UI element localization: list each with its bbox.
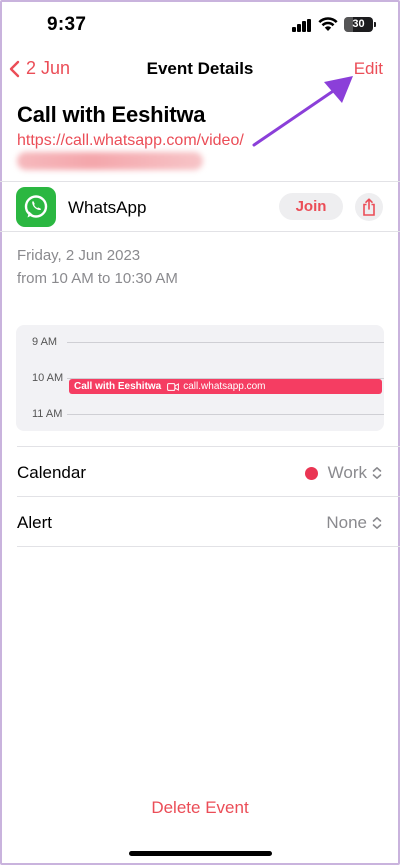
calendar-color-dot: [304, 466, 318, 480]
timeline-hour-label: 10 AM: [32, 372, 64, 384]
timeline-hour-label: 9 AM: [32, 336, 58, 348]
join-button[interactable]: Join: [279, 193, 343, 220]
annotation-arrow-icon: [252, 76, 353, 147]
event-url-link[interactable]: https://call.whatsapp.com/video/: [17, 132, 244, 150]
battery-level: 30: [352, 18, 365, 30]
whatsapp-app-icon: [16, 187, 56, 227]
battery-tip: [374, 22, 376, 27]
divider: [17, 496, 400, 497]
divider: [0, 231, 400, 232]
timeline-event-location: call.whatsapp.com: [183, 381, 266, 392]
event-time-range: from 10 AM to 10:30 AM: [17, 270, 178, 287]
event-title: Call with Eeshitwa: [17, 102, 206, 127]
status-bar: 9:37 30: [0, 0, 400, 50]
timeline-hour-label: 11 AM: [32, 408, 63, 420]
alert-value: None: [326, 513, 367, 532]
day-timeline: 9 AM 10 AM 11 AM Call with Eeshitwa call…: [16, 325, 384, 431]
redacted-url-text: [17, 152, 203, 170]
share-button[interactable]: [355, 193, 383, 221]
timeline-event-block[interactable]: Call with Eeshitwa call.whatsapp.com: [69, 379, 382, 394]
alert-selector[interactable]: None: [326, 513, 383, 533]
delete-event-button[interactable]: Delete Event: [0, 798, 400, 818]
battery-icon: 30: [344, 17, 373, 32]
timeline-hour-line: [67, 414, 384, 415]
calendar-value: Work: [327, 463, 367, 482]
cellular-signal-icon: [292, 19, 312, 32]
divider: [17, 546, 400, 547]
home-indicator[interactable]: [129, 851, 272, 856]
video-camera-icon: [167, 382, 180, 391]
wifi-icon: [318, 17, 338, 31]
app-name: WhatsApp: [68, 198, 147, 217]
chevron-up-down-icon: [372, 517, 382, 529]
timeline-event-title: Call with Eeshitwa: [74, 381, 162, 392]
divider: [17, 446, 400, 447]
alert-label: Alert: [17, 513, 52, 532]
chevron-up-down-icon: [372, 467, 382, 479]
event-date: Friday, 2 Jun 2023: [17, 247, 141, 264]
calendar-selector[interactable]: Work: [304, 463, 383, 483]
divider: [0, 181, 400, 182]
whatsapp-logo-icon: [24, 195, 48, 218]
status-time: 9:37: [47, 14, 87, 35]
share-icon: [363, 198, 375, 216]
timeline-hour-line: [67, 342, 384, 343]
calendar-label: Calendar: [17, 463, 86, 482]
